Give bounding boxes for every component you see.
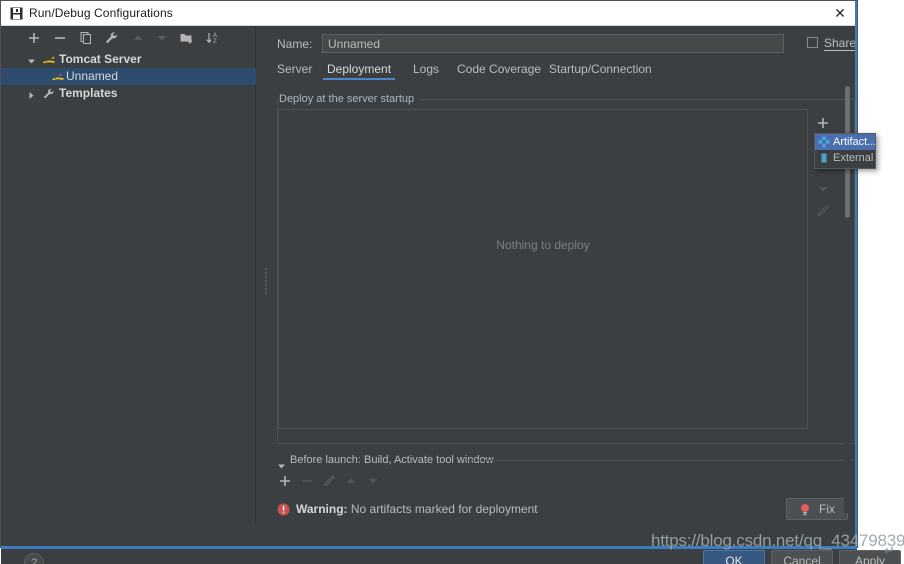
share-checkbox[interactable] [807, 37, 818, 48]
run-debug-configurations-dialog: Run/Debug Configurations ✕ A Z Tomcat Se… [0, 0, 901, 564]
configuration-editor-panel: Name: Share Server Deployment Logs Code … [257, 26, 876, 523]
dialog-focus-edge-right [855, 1, 857, 549]
move-down-arrow-icon [154, 30, 170, 46]
svg-text:Z: Z [213, 39, 217, 45]
tomcat-icon [51, 70, 65, 84]
popup-item-label: Artifact... [833, 136, 876, 148]
tab-logs[interactable]: Logs [413, 62, 439, 80]
screenshot-root: Run/Debug Configurations ✕ A Z Tomcat Se… [0, 0, 904, 564]
help-button[interactable]: ? [24, 553, 44, 564]
move-down-before-launch-arrow-icon [365, 473, 381, 489]
tree-item-label: Templates [59, 86, 118, 100]
move-up-before-launch-arrow-icon [343, 473, 359, 489]
share-label-text: Share [824, 36, 857, 51]
remove-configuration-button[interactable] [52, 30, 68, 46]
chevron-right-icon[interactable] [27, 89, 36, 99]
share-label: Share [824, 36, 857, 51]
tab-deployment[interactable]: Deployment [322, 62, 396, 80]
copy-configuration-icon[interactable] [78, 30, 94, 46]
dialog-vertical-scrollbar[interactable] [844, 58, 851, 513]
tree-item-tomcat-server[interactable]: Tomcat Server [1, 51, 256, 68]
fix-button[interactable]: Fix [786, 498, 848, 520]
pilcrow-mark: ↵ [884, 543, 895, 558]
before-launch-chevron-down-icon[interactable] [277, 458, 286, 469]
warning-text: Warning: No artifacts marked for deploym… [296, 502, 538, 516]
wrench-icon [42, 87, 56, 101]
tree-item-templates[interactable]: Templates [1, 85, 256, 102]
fix-button-label: Fix [819, 502, 835, 516]
dialog-titlebar: Run/Debug Configurations ✕ [1, 1, 857, 26]
error-circle-icon [277, 503, 290, 516]
tree-item-unnamed[interactable]: Unnamed [1, 68, 256, 85]
add-before-launch-task-button[interactable] [277, 473, 293, 489]
edit-templates-wrench-icon[interactable] [104, 30, 120, 46]
edit-deployment-pencil-icon [813, 200, 833, 222]
tree-item-label: Tomcat Server [59, 52, 142, 66]
move-up-arrow-icon [130, 30, 146, 46]
deployment-empty-text: Nothing to deploy [496, 238, 590, 252]
configurations-left-panel: A Z Tomcat Server Unnamed Templates [1, 26, 256, 523]
dialog-title: Run/Debug Configurations [29, 6, 173, 20]
move-down-deployment-arrow-icon [813, 178, 833, 200]
external-source-icon [818, 152, 830, 164]
folder-add-icon[interactable] [179, 30, 195, 46]
add-configuration-button[interactable] [26, 30, 42, 46]
add-deployment-button[interactable] [813, 112, 833, 134]
artifact-icon [818, 136, 830, 148]
popup-item-label: External Source... [833, 152, 875, 164]
popup-item-artifact[interactable]: Artifact... [815, 134, 875, 150]
remove-before-launch-task-button [299, 473, 315, 489]
configuration-tabs[interactable]: Server Deployment Logs Code Coverage Sta… [277, 62, 857, 84]
before-launch-toolbar [275, 471, 475, 491]
deployment-table[interactable]: Nothing to deploy [278, 109, 808, 429]
dialog-bottom-bar: ? OK Cancel Apply [1, 523, 901, 564]
dialog-focus-edge-bottom [1, 546, 857, 549]
dialog-body: A Z Tomcat Server Unnamed Templates Name… [1, 26, 901, 564]
warning-prefix: Warning: [296, 502, 348, 516]
configuration-name-row: Name: [277, 34, 807, 54]
tree-item-label: Unnamed [66, 69, 119, 83]
sort-az-icon[interactable]: A Z [205, 30, 221, 46]
idea-save-icon [10, 7, 23, 20]
cancel-button[interactable]: Cancel [771, 550, 833, 564]
chevron-down-icon[interactable] [27, 55, 36, 64]
tab-code-coverage[interactable]: Code Coverage [457, 62, 541, 80]
close-icon[interactable]: ✕ [832, 5, 848, 21]
name-input[interactable] [322, 34, 784, 53]
tab-server[interactable]: Server [277, 62, 312, 80]
deploy-group-title: Deploy at the server startup [279, 93, 421, 105]
ok-button[interactable]: OK [703, 550, 765, 564]
edit-before-launch-task-pencil-icon [321, 473, 337, 489]
name-label: Name: [277, 37, 313, 51]
configurations-toolbar: A Z [1, 26, 256, 49]
configurations-tree[interactable]: Tomcat Server Unnamed Templates [1, 51, 256, 102]
tab-startup-connection[interactable]: Startup/Connection [549, 62, 652, 80]
tomcat-icon [42, 53, 56, 67]
add-deployment-popup-menu[interactable]: Artifact... External Source... [814, 133, 876, 169]
popup-item-external-source[interactable]: External Source... [815, 150, 875, 166]
warning-message: No artifacts marked for deployment [347, 502, 538, 516]
lightbulb-icon [799, 503, 811, 517]
before-launch-title: Before launch: Build, Activate tool wind… [290, 454, 494, 466]
before-launch-divider [467, 460, 855, 461]
